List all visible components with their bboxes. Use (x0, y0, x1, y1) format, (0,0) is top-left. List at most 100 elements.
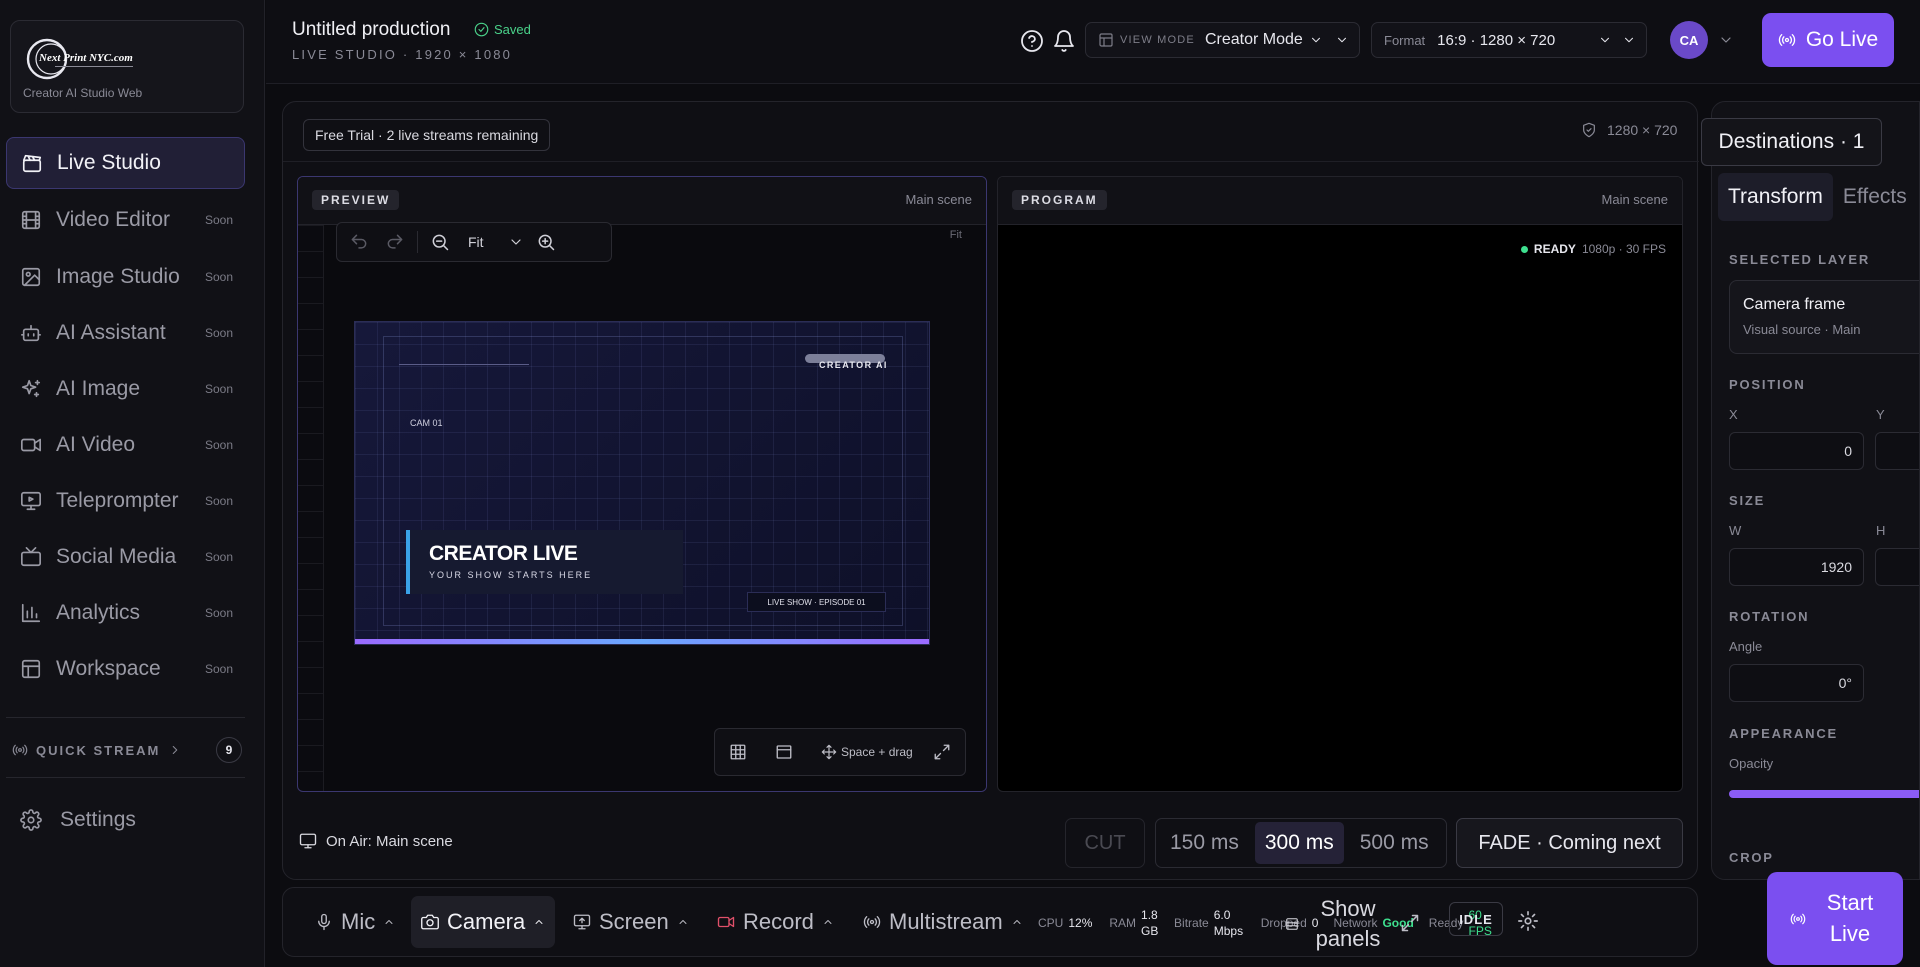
soon-badge: Soon (204, 326, 233, 340)
help-icon[interactable] (1020, 29, 1044, 53)
width-input[interactable]: 1920 (1729, 548, 1864, 586)
camera-control[interactable]: Camera (411, 896, 556, 948)
episode-tag[interactable]: LIVE SHOW · EPISODE 01 (747, 592, 886, 612)
avatar[interactable]: CA (1670, 21, 1708, 59)
saved-status: Saved (474, 22, 531, 37)
undo-icon[interactable] (349, 232, 369, 252)
opacity-slider[interactable] (1729, 790, 1919, 798)
resolution-indicator: 1280 × 720 (1581, 122, 1677, 138)
sidebar-item-live-studio[interactable]: Live Studio (6, 137, 245, 189)
cut-button[interactable]: CUT (1065, 818, 1145, 868)
h-label: H (1876, 523, 1886, 538)
sidebar-item-image-studio[interactable]: Image Studio Soon (6, 251, 245, 303)
quick-stream-toggle[interactable]: QUICK STREAM 9 (12, 736, 242, 764)
position-heading: POSITION (1729, 377, 1806, 392)
zoom-in-icon[interactable] (536, 232, 556, 252)
preview-scene-name: Main scene (905, 192, 972, 207)
show-panels-button[interactable]: Show panels (1285, 894, 1383, 954)
selected-layer-card[interactable]: Camera frame Visual source · Main (1729, 280, 1919, 354)
format-value: 16:9 · 1280 × 720 (1437, 31, 1556, 49)
broadcast-icon (863, 916, 881, 928)
on-air-indicator: On Air: Main scene (299, 832, 453, 850)
tab-transform[interactable]: Transform (1718, 173, 1833, 221)
format-select[interactable]: Format 16:9 · 1280 × 720 (1371, 22, 1647, 58)
safe-area-icon[interactable] (775, 743, 793, 761)
sidebar-item-ai-video[interactable]: AI Video Soon (6, 419, 245, 471)
zoom-toolbar: Fit (336, 222, 612, 262)
scene-canvas[interactable]: CAM 01 CREATOR AI CREATOR LIVE YOUR SHOW… (354, 321, 930, 645)
lower-third-title: CREATOR LIVE (429, 542, 578, 565)
record-control[interactable]: Record (707, 896, 844, 948)
gear-icon[interactable] (1517, 910, 1539, 932)
format-label: Format (1384, 32, 1426, 48)
camera-label[interactable]: CAM 01 (410, 418, 443, 428)
sidebar-item-workspace[interactable]: Workspace Soon (6, 643, 245, 695)
move-icon (821, 744, 837, 760)
mic-control[interactable]: Mic (305, 896, 405, 948)
bot-icon (21, 324, 41, 342)
bitrate-value: 6.0 Mbps (1213, 908, 1244, 938)
duration-option[interactable]: 500 ms (1350, 822, 1439, 864)
y-input[interactable] (1875, 432, 1919, 470)
fade-button[interactable]: FADE · Coming next (1456, 818, 1683, 868)
sidebar-item-ai-assistant[interactable]: AI Assistant Soon (6, 307, 245, 359)
resolution-value: 1280 × 720 (1607, 122, 1678, 138)
screen-share-icon (573, 914, 591, 930)
x-input[interactable]: 0 (1729, 432, 1864, 470)
settings-link[interactable]: Settings (20, 808, 136, 832)
angle-label: Angle (1729, 639, 1763, 654)
chevron-down-icon[interactable] (508, 234, 524, 250)
chevron-down-icon[interactable] (1718, 32, 1734, 48)
redo-icon[interactable] (385, 232, 405, 252)
sidebar-item-analytics[interactable]: Analytics Soon (6, 587, 245, 639)
brand-logo-text: Next Print NYC.com (38, 52, 133, 64)
screen-control[interactable]: Screen (563, 896, 699, 948)
sidebar-item-ai-image[interactable]: AI Image Soon (6, 363, 245, 415)
destinations-tooltip[interactable]: Destinations · 1 (1701, 118, 1882, 166)
divider (283, 161, 1699, 162)
y-label: Y (1876, 407, 1885, 422)
program-monitor[interactable]: PROGRAM Main scene READY 1080p · 30 FPS (997, 176, 1683, 792)
view-mode-select[interactable]: VIEW MODE Creator Mode (1085, 22, 1360, 58)
grid-icon[interactable] (729, 743, 747, 761)
program-header: PROGRAM Main scene (998, 177, 1682, 225)
zoom-level[interactable]: Fit (468, 234, 484, 250)
bar-chart-icon (21, 603, 41, 623)
layer-name: Camera frame (1743, 296, 1846, 313)
soon-badge: Soon (204, 438, 233, 452)
brand-card[interactable]: Next Print NYC.com Creator AI Studio Web (10, 20, 244, 113)
film-icon (21, 210, 41, 230)
broadcast-icon (1790, 913, 1806, 924)
w-label: W (1729, 523, 1742, 538)
preview-monitor[interactable]: PREVIEW Main scene Fit Fit CAM 01 CREATO… (297, 176, 987, 792)
duration-option[interactable]: 300 ms (1254, 822, 1344, 864)
sparkles-icon (21, 379, 41, 398)
start-live-button[interactable]: Start Live (1767, 872, 1903, 965)
go-live-button[interactable]: Go Live (1762, 13, 1894, 67)
expand-icon[interactable] (933, 743, 951, 761)
bell-icon[interactable] (1052, 29, 1076, 53)
system-stats: CPU 12% RAM 1.8 GB Bitrate 6.0 Mbps Drop… (1038, 901, 1492, 945)
duration-option[interactable]: 150 ms (1160, 822, 1249, 864)
brand-bug-text[interactable]: CREATOR AI (819, 360, 888, 370)
lower-third[interactable]: CREATOR LIVE YOUR SHOW STARTS HERE (406, 530, 683, 594)
chevron-up-icon (385, 920, 393, 924)
sidebar-item-label: AI Video (56, 433, 136, 456)
multistream-control[interactable]: Multistream (853, 896, 1033, 948)
broadcast-icon (1778, 34, 1796, 46)
height-input[interactable] (1875, 548, 1919, 586)
expand-icon[interactable] (1400, 913, 1420, 933)
chevron-down-icon (1337, 37, 1347, 43)
tab-effects[interactable]: Effects (1833, 173, 1917, 221)
production-title[interactable]: Untitled production (292, 19, 450, 41)
chevron-up-icon (1013, 920, 1021, 924)
on-air-label: On Air: Main scene (326, 832, 453, 850)
chevron-up-icon (535, 920, 543, 924)
sidebar-item-social-media[interactable]: Social Media Soon (6, 531, 245, 583)
sidebar-item-teleprompter[interactable]: Teleprompter Soon (6, 475, 245, 527)
angle-input[interactable]: 0° (1729, 664, 1864, 702)
chevron-up-icon (679, 920, 687, 924)
zoom-out-icon[interactable] (430, 232, 450, 252)
sidebar-item-video-editor[interactable]: Video Editor Soon (6, 194, 245, 246)
screen-label: Screen (599, 909, 669, 934)
